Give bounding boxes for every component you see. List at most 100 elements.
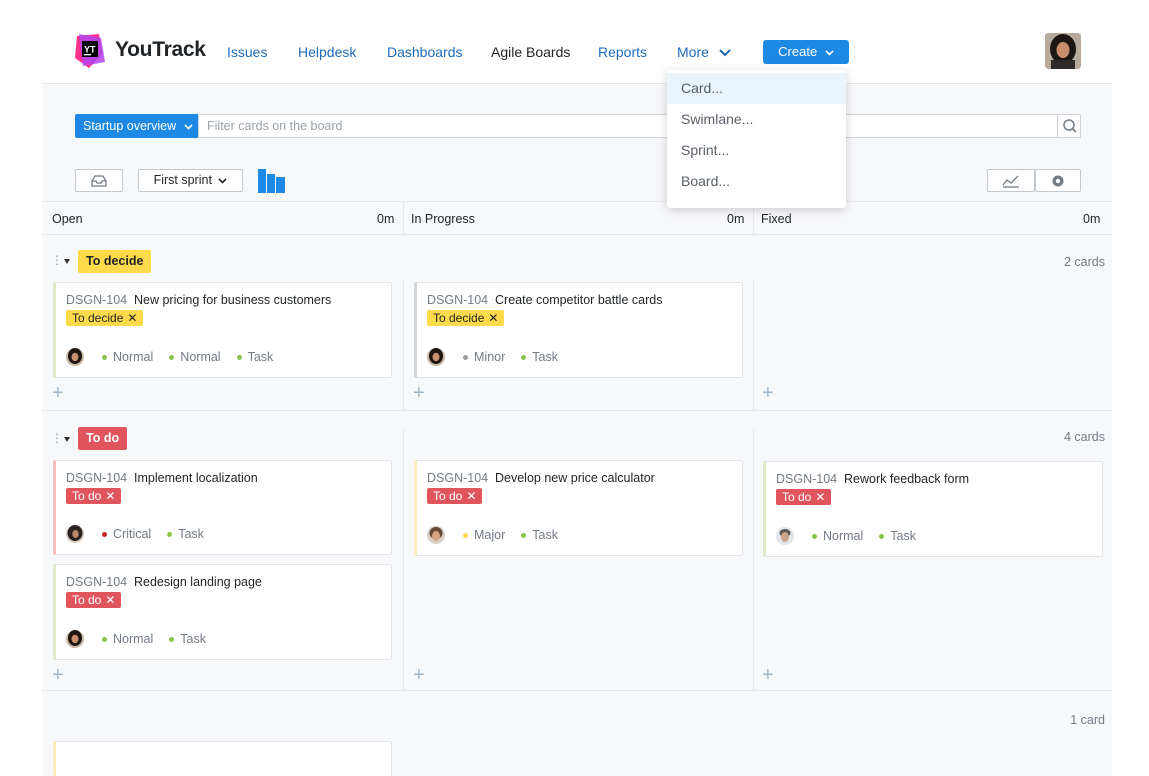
- remove-tag-icon[interactable]: ✕: [466, 489, 476, 503]
- drag-handle-icon[interactable]: ⋮: [51, 253, 63, 267]
- add-card-icon[interactable]: +: [52, 382, 64, 405]
- card-title[interactable]: Implement localization: [134, 471, 258, 485]
- create-button[interactable]: Create: [763, 40, 849, 64]
- state-field[interactable]: Normal: [169, 350, 221, 364]
- menu-item-board[interactable]: Board...: [667, 166, 846, 197]
- assignee-avatar[interactable]: [427, 526, 445, 544]
- assignee-avatar[interactable]: [66, 525, 84, 543]
- type-dot: [167, 531, 173, 537]
- card-id[interactable]: DSGN-104: [427, 471, 488, 485]
- card[interactable]: DSGN-104 Rework feedback form To do ✕ Nor…: [763, 461, 1103, 557]
- remove-tag-icon[interactable]: ✕: [105, 489, 115, 503]
- card[interactable]: DSGN-104 Redesign landing page To do ✕ No…: [53, 564, 392, 660]
- card-title[interactable]: Develop new price calculator: [495, 471, 655, 485]
- card-title[interactable]: Redesign landing page: [134, 575, 262, 589]
- card[interactable]: DSGN-104 Create competitor battle cards …: [414, 282, 743, 378]
- card[interactable]: DSGN-104 Implement localization To do ✕ C…: [53, 460, 392, 555]
- card-footer: Normal Task: [776, 526, 932, 546]
- nav-helpdesk[interactable]: Helpdesk: [298, 44, 356, 60]
- menu-item-sprint[interactable]: Sprint...: [667, 135, 846, 166]
- priority-field[interactable]: Major: [463, 528, 505, 542]
- nav-reports[interactable]: Reports: [598, 44, 647, 60]
- remove-tag-icon[interactable]: ✕: [127, 311, 137, 325]
- search-input[interactable]: Filter cards on the board: [198, 114, 1081, 138]
- card-title[interactable]: Create competitor battle cards: [495, 293, 662, 307]
- type-field[interactable]: Task: [879, 529, 916, 543]
- card-tag[interactable]: To decide ✕: [66, 310, 144, 326]
- menu-item-card[interactable]: Card...: [667, 73, 846, 104]
- type-field[interactable]: Task: [169, 632, 206, 646]
- column-open-estimate: 0m: [377, 212, 395, 226]
- card-id[interactable]: DSGN-104: [66, 471, 127, 485]
- card-id[interactable]: DSGN-104: [776, 472, 837, 486]
- assignee-avatar[interactable]: [66, 630, 84, 648]
- card-tag[interactable]: To do ✕: [776, 489, 832, 505]
- inbox-icon: [91, 175, 107, 187]
- priority-field[interactable]: Normal: [812, 529, 863, 543]
- assignee-avatar[interactable]: [776, 527, 794, 545]
- lane-tag-to-do[interactable]: To do: [78, 427, 128, 450]
- card-tag[interactable]: To do ✕: [66, 488, 122, 504]
- field-value: Task: [532, 528, 558, 542]
- nav-agile-boards[interactable]: Agile Boards: [491, 44, 570, 60]
- priority-field[interactable]: Normal: [102, 632, 153, 646]
- report-button[interactable]: [987, 169, 1035, 192]
- add-card-icon[interactable]: +: [413, 382, 425, 405]
- add-card-icon[interactable]: +: [52, 664, 64, 687]
- priority-field[interactable]: Critical: [102, 527, 151, 541]
- field-value: Task: [532, 350, 558, 364]
- user-avatar[interactable]: [1045, 33, 1081, 69]
- priority-field[interactable]: Minor: [463, 350, 505, 364]
- remove-tag-icon[interactable]: ✕: [105, 593, 115, 607]
- card-title[interactable]: Rework feedback form: [844, 472, 969, 486]
- board-selector[interactable]: Startup overview: [75, 114, 198, 138]
- column-divider: [403, 202, 404, 236]
- type-field[interactable]: Task: [236, 350, 273, 364]
- sprint-chart-icon[interactable]: [258, 169, 285, 193]
- collapse-lane-icon[interactable]: [64, 259, 70, 264]
- column-in-progress[interactable]: In Progress: [411, 212, 475, 226]
- priority-field[interactable]: Normal: [102, 350, 153, 364]
- drag-handle-icon[interactable]: ⋮: [51, 431, 63, 445]
- card-id[interactable]: DSGN-104: [427, 293, 488, 307]
- add-card-icon[interactable]: +: [762, 382, 774, 405]
- menu-item-swimlane[interactable]: Swimlane...: [667, 104, 846, 135]
- card-tag[interactable]: To decide ✕: [427, 310, 505, 326]
- card-title[interactable]: New pricing for business customers: [134, 293, 331, 307]
- lane-tag-to-decide[interactable]: To decide: [78, 250, 152, 273]
- column-open[interactable]: Open: [52, 212, 83, 226]
- settings-button[interactable]: [1035, 169, 1081, 192]
- column-divider: [403, 280, 404, 410]
- add-card-icon[interactable]: +: [762, 664, 774, 687]
- column-divider: [753, 280, 754, 410]
- backlog-button[interactable]: [75, 169, 123, 192]
- assignee-avatar[interactable]: [427, 348, 445, 366]
- card[interactable]: [53, 741, 392, 776]
- card-footer: Minor Task: [427, 347, 574, 367]
- search-button[interactable]: [1057, 114, 1081, 138]
- remove-tag-icon[interactable]: ✕: [488, 311, 498, 325]
- sprint-selector[interactable]: First sprint: [138, 169, 243, 192]
- card[interactable]: DSGN-104 Develop new price calculator To…: [414, 460, 743, 556]
- type-field[interactable]: Task: [167, 527, 204, 541]
- search-placeholder: Filter cards on the board: [207, 119, 343, 133]
- remove-tag-icon[interactable]: ✕: [815, 490, 825, 504]
- priority-dot: [463, 354, 468, 360]
- card-id[interactable]: DSGN-104: [66, 293, 127, 307]
- add-card-icon[interactable]: +: [413, 664, 425, 687]
- collapse-lane-icon[interactable]: [64, 437, 70, 442]
- card-tag[interactable]: To do ✕: [427, 488, 483, 504]
- card[interactable]: DSGN-104 New pricing for business custom…: [53, 282, 392, 378]
- column-fixed[interactable]: Fixed: [761, 212, 792, 226]
- assignee-avatar[interactable]: [66, 348, 84, 366]
- nav-more[interactable]: More: [677, 44, 731, 60]
- type-field[interactable]: Task: [521, 350, 558, 364]
- nav-dashboards[interactable]: Dashboards: [387, 44, 463, 60]
- card-tag[interactable]: To do ✕: [66, 592, 122, 608]
- card-footer: Normal Normal Task: [66, 347, 289, 367]
- brand-name[interactable]: YouTrack: [115, 38, 206, 62]
- nav-issues[interactable]: Issues: [227, 44, 267, 60]
- card-id[interactable]: DSGN-104: [66, 575, 127, 589]
- youtrack-logo-icon[interactable]: YT: [75, 34, 105, 68]
- type-field[interactable]: Task: [521, 528, 558, 542]
